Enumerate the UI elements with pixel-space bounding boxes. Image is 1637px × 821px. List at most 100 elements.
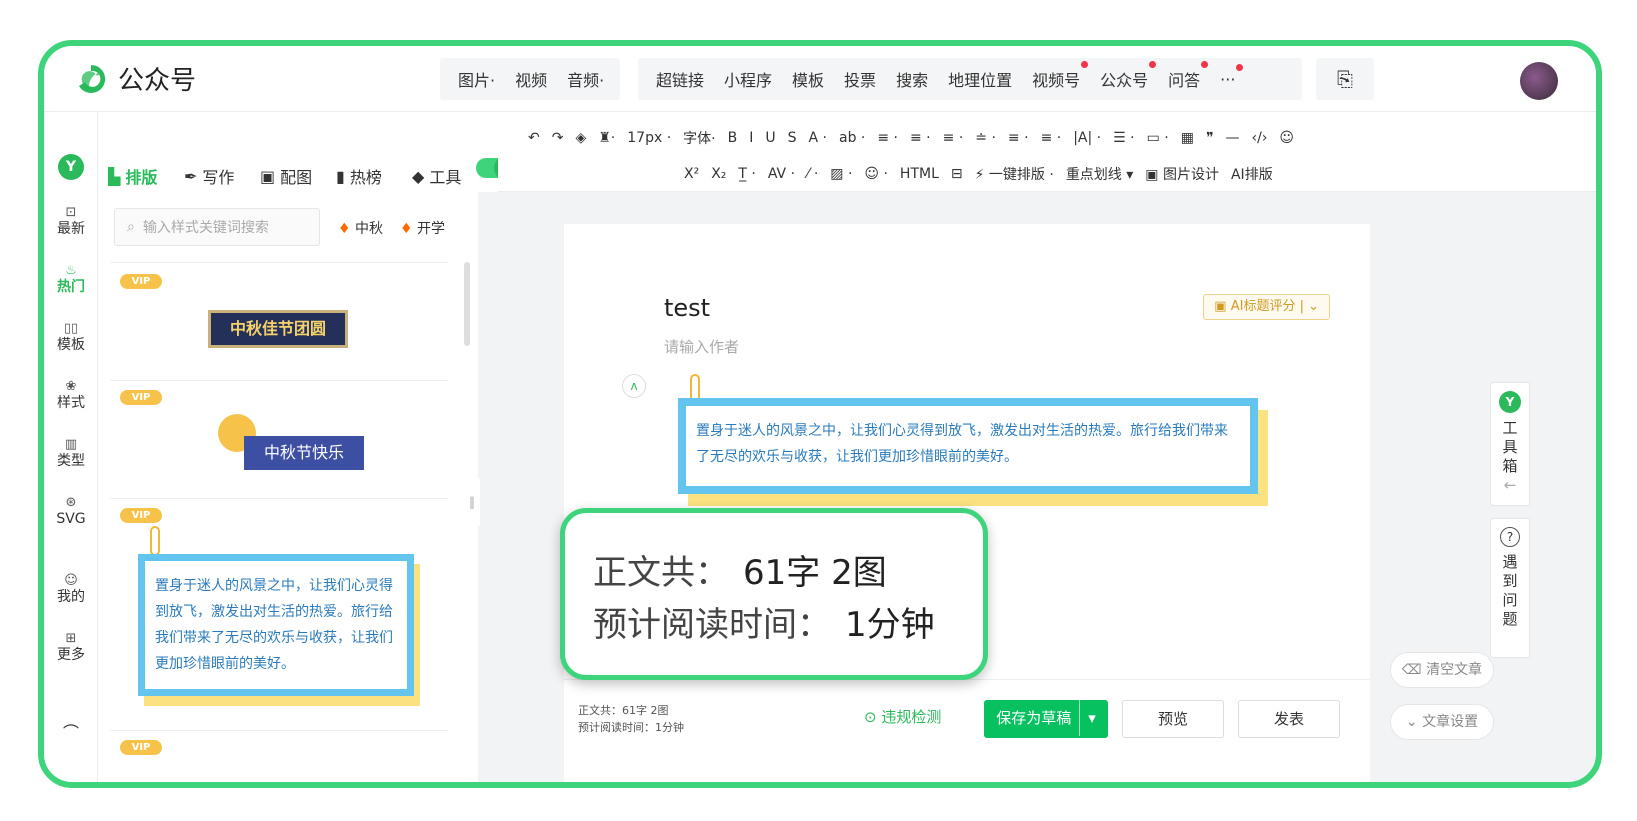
format-tool-2[interactable]: ◈ <box>575 130 586 146</box>
hot-tag-school[interactable]: ♦ 开学 <box>400 218 445 238</box>
template-icon: ▯▯ <box>63 321 79 336</box>
rail-item-latest[interactable]: ⊡ 最新 <box>44 204 98 238</box>
format-tool-21[interactable]: ▦ <box>1181 130 1194 146</box>
insert-tool-12[interactable]: AI排版 <box>1231 164 1273 184</box>
style-item-travel-card[interactable]: 置身于迷人的风景之中，让我们心灵得到放飞，激发出对生活的热爱。旅行给我们带来了无… <box>138 554 414 696</box>
rail-item-mine[interactable]: ☺ 我的 <box>44 572 98 606</box>
format-tool-5[interactable]: 字体· <box>683 128 715 148</box>
format-tool-4[interactable]: 17px · <box>627 130 671 146</box>
tab-trending[interactable]: ▮ 热榜 <box>336 164 382 188</box>
format-tool-18[interactable]: |A| · <box>1073 130 1101 146</box>
hot-tag-mid-autumn[interactable]: ♦ 中秋 <box>338 218 383 238</box>
rail-item-style[interactable]: ❀ 样式 <box>44 378 98 412</box>
menu-channels[interactable]: 视频号 <box>1022 61 1090 91</box>
format-tool-6[interactable]: B <box>728 130 738 146</box>
menu-audio[interactable]: 音频· <box>557 67 614 91</box>
insert-tool-9[interactable]: ⚡ 一键排版 · <box>975 164 1054 184</box>
insert-tool-2[interactable]: T̲ · <box>738 166 755 182</box>
app-logo[interactable]: 公众号 <box>74 60 196 97</box>
menu-hyperlink[interactable]: 超链接 <box>646 67 714 91</box>
insert-tool-5[interactable]: ▨ · <box>830 166 852 182</box>
vip-badge: VIP <box>120 390 162 405</box>
tab-image[interactable]: ▣ 配图 <box>260 164 312 188</box>
search-icon: ⌕ <box>127 219 135 235</box>
format-tool-8[interactable]: U <box>765 130 775 146</box>
avatar[interactable] <box>1520 62 1558 100</box>
ai-title-score-button[interactable]: ▣ AI标题评分 | ⌄ <box>1203 294 1330 320</box>
format-tool-19[interactable]: ☰ · <box>1113 130 1134 146</box>
rail-item-more[interactable]: ⊞ 更多 <box>44 630 98 664</box>
more-icon: ⊞ <box>65 631 77 646</box>
tab-layout[interactable]: ▙ 排版 <box>108 164 157 188</box>
toolbox-tab[interactable]: Y 工具箱 ← <box>1490 382 1530 506</box>
format-tool-1[interactable]: ↷ <box>552 130 564 146</box>
menu-vote[interactable]: 投票 <box>834 67 886 91</box>
shield-icon: ⊙ <box>864 708 882 726</box>
insert-tool-6[interactable]: ☺ · <box>864 166 888 182</box>
format-tool-11[interactable]: ab · <box>839 130 865 146</box>
preview-button[interactable]: 预览 <box>1122 700 1224 738</box>
insert-tool-4[interactable]: ⁄ · <box>807 166 818 182</box>
format-tool-23[interactable]: — <box>1226 130 1240 146</box>
format-tool-25[interactable]: ☺ <box>1279 130 1294 146</box>
menu-miniprogram[interactable]: 小程序 <box>714 67 782 91</box>
menu-image[interactable]: 图片· <box>448 67 505 91</box>
rail-item-hot[interactable]: ♨ 热门 <box>44 262 98 296</box>
format-tool-20[interactable]: ▭ · <box>1147 130 1169 146</box>
compliance-check-button[interactable]: ⊙ 违规检测 <box>864 706 941 727</box>
article-title[interactable]: test <box>664 294 710 322</box>
format-tool-24[interactable]: ‹/› <box>1252 130 1268 146</box>
article-settings-button[interactable]: ⌄ 文章设置 <box>1390 704 1494 740</box>
format-tool-14[interactable]: ≡ · <box>943 130 964 146</box>
insert-tool-7[interactable]: HTML <box>900 166 939 182</box>
app-title: 公众号 <box>118 66 197 96</box>
format-tool-22[interactable]: ❞ <box>1206 130 1214 146</box>
insert-tool-11[interactable]: ▣ 图片设计 <box>1145 164 1219 184</box>
format-tool-13[interactable]: ≡ · <box>910 130 931 146</box>
insert-tool-10[interactable]: 重点划线 ▾ <box>1066 164 1133 184</box>
insert-tool-0[interactable]: X² <box>684 166 699 182</box>
format-tool-0[interactable]: ↶ <box>528 130 540 146</box>
media-menu: 图片· 视频 音频· <box>440 58 620 100</box>
vip-badge: VIP <box>120 740 162 755</box>
menu-qa[interactable]: 问答 <box>1158 61 1210 91</box>
clear-article-button[interactable]: ⌫ 清空文章 <box>1390 652 1494 688</box>
insert-tool-3[interactable]: AV · <box>768 166 795 182</box>
tab-tools[interactable]: ◆ 工具 <box>412 164 461 188</box>
help-tab[interactable]: ? 遇到问题 <box>1490 518 1530 658</box>
rail-item-template[interactable]: ▯▯ 模板 <box>44 320 98 354</box>
format-tool-7[interactable]: I <box>749 130 753 146</box>
author-input[interactable]: 请输入作者 <box>664 336 739 357</box>
chevrons-down-icon: ⌄ <box>1405 714 1423 730</box>
outline-toggle[interactable]: ⎘ <box>1316 58 1374 100</box>
menu-video[interactable]: 视频 <box>505 67 557 91</box>
menu-location[interactable]: 地理位置 <box>938 67 1022 91</box>
menu-template[interactable]: 模板 <box>782 67 834 91</box>
format-tool-15[interactable]: ≐ · <box>975 130 996 146</box>
insert-tool-1[interactable]: X₂ <box>711 166 726 182</box>
plugin-block-icon[interactable]: ᴧ <box>622 374 646 398</box>
format-tool-17[interactable]: ≡ · <box>1041 130 1062 146</box>
menu-more[interactable]: ··· <box>1210 63 1245 89</box>
panel-resize-handle[interactable]: ‖ <box>464 478 480 526</box>
rail-item-type[interactable]: ▥ 类型 <box>44 436 98 470</box>
format-tool-9[interactable]: S <box>788 130 797 146</box>
format-tool-3[interactable]: ♜· <box>598 130 615 146</box>
chevron-down-icon[interactable]: ▾ <box>1079 700 1096 736</box>
headset-icon[interactable]: ⌒ <box>44 724 98 741</box>
rail-item-svg[interactable]: ⊛ SVG <box>44 494 98 528</box>
format-tool-12[interactable]: ≡ · <box>877 130 898 146</box>
menu-search[interactable]: 搜索 <box>886 67 938 91</box>
publish-button[interactable]: 发表 <box>1238 700 1340 738</box>
format-tool-10[interactable]: A · <box>809 130 827 146</box>
format-tool-16[interactable]: ≡ · <box>1008 130 1029 146</box>
panel-scrollbar[interactable] <box>464 262 470 346</box>
tab-write[interactable]: ✒ 写作 <box>184 164 234 188</box>
insert-tool-8[interactable]: ⊟ <box>951 166 963 182</box>
style-search-input[interactable]: ⌕ 输入样式关键词搜索 <box>114 208 320 246</box>
style-item-mid-autumn-reunion[interactable]: 中秋佳节团圆 <box>208 310 348 348</box>
menu-official-account[interactable]: 公众号 <box>1090 61 1158 91</box>
save-draft-button[interactable]: 保存为草稿 ▾ <box>984 700 1108 738</box>
style-item-mid-autumn-happy[interactable]: 中秋节快乐 <box>244 436 364 470</box>
article-card[interactable]: 置身于迷人的风景之中，让我们心灵得到放飞，激发出对生活的热爱。旅行给我们带来了无… <box>678 398 1258 494</box>
